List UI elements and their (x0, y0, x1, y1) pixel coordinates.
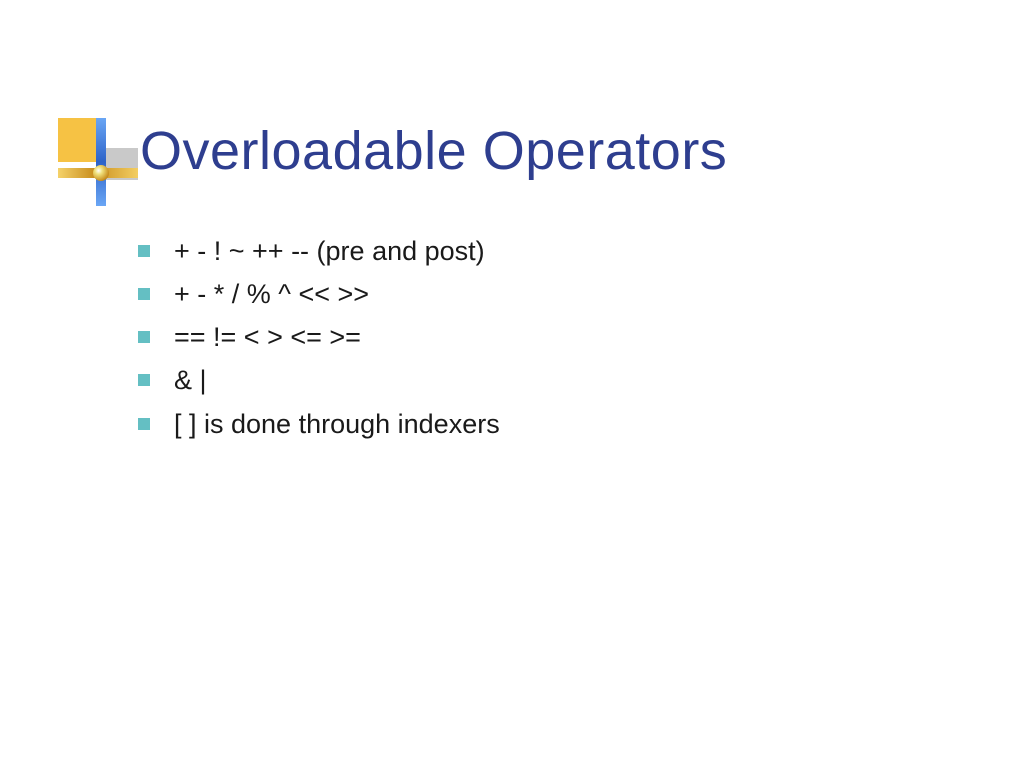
slide: Overloadable Operators + - ! ~ ++ -- (pr… (0, 0, 1024, 768)
vertical-bar (96, 118, 106, 206)
list-item: == != < > <= >= (138, 318, 964, 357)
list-item: & | (138, 361, 964, 400)
list-item: [ ] is done through indexers (138, 405, 964, 444)
corner-graphic (58, 118, 138, 206)
list-item: + - ! ~ ++ -- (pre and post) (138, 232, 964, 271)
center-dot (93, 165, 109, 181)
slide-title: Overloadable Operators (140, 120, 727, 182)
list-item: + - * / % ^ << >> (138, 275, 964, 314)
bullet-list: + - ! ~ ++ -- (pre and post) + - * / % ^… (138, 232, 964, 448)
